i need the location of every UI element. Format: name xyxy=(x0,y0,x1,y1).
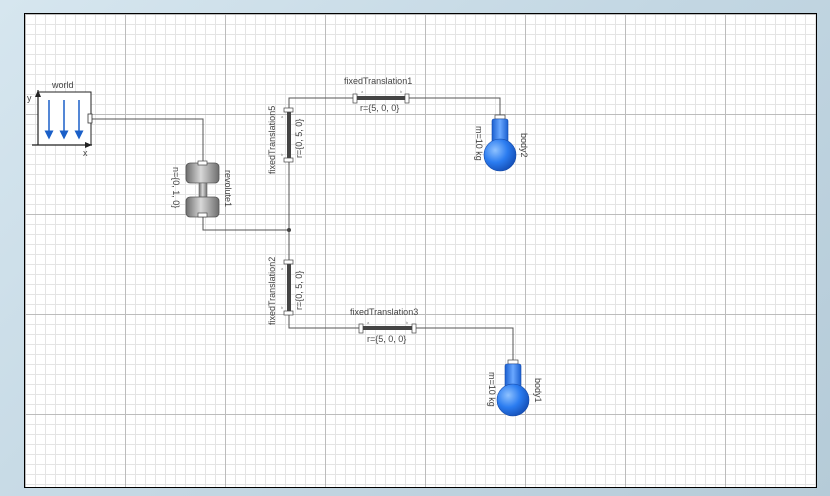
fixedTranslation1-component[interactable]: fixedTranslation1 a b r={5, 0, 0} xyxy=(344,76,412,113)
fixedTranslation2-port-b[interactable] xyxy=(283,310,294,316)
fixedTranslation5-port-a[interactable] xyxy=(283,107,294,113)
connection-junction-dot xyxy=(287,228,291,232)
body1-param-label: m=10 kg xyxy=(487,372,497,407)
fixedTranslation1-param-label: r={5, 0, 0} xyxy=(360,103,399,113)
world-component[interactable]: world y x xyxy=(27,80,93,158)
revolute1-shaft xyxy=(198,182,208,198)
fixedTranslation2-port-a[interactable] xyxy=(283,259,294,265)
world-y-label: y xyxy=(27,93,32,103)
fixedTranslation3-param-label: r={5, 0, 0} xyxy=(367,334,406,344)
fixedTranslation3-component[interactable]: fixedTranslation3 a b r={5, 0, 0} xyxy=(350,307,418,344)
revolute1-name-label: revolute1 xyxy=(223,170,233,207)
body1-port[interactable] xyxy=(507,359,519,365)
fixedTranslation3-name-label: fixedTranslation3 xyxy=(350,307,418,317)
world-frame-port[interactable] xyxy=(87,113,93,124)
wire-world-revolute1[interactable] xyxy=(91,118,204,162)
fixedTranslation5-component[interactable]: a b fixedTranslation5 r={0, 5, 0} xyxy=(267,106,304,174)
fixedTranslation3-port-a[interactable] xyxy=(358,323,364,334)
fixedTranslation1-rod xyxy=(356,96,408,100)
fixedTranslation5-port-a-label: a xyxy=(281,114,284,119)
body2-port[interactable] xyxy=(494,114,506,120)
revolute1-param-label: n={0, 1, 0} xyxy=(171,167,181,208)
fixedTranslation3-port-b-label: b xyxy=(406,320,409,325)
fixedTranslation5-rod xyxy=(287,109,291,161)
fixedTranslation2-component[interactable]: a b fixedTranslation2 r={0, 5, 0} xyxy=(267,257,304,325)
wire-fixedTranslation5-fixedTranslation1[interactable] xyxy=(288,97,355,108)
body2-param-label: m=10 kg xyxy=(474,126,484,161)
fixedTranslation1-port-b-label: b xyxy=(400,89,403,94)
body1-mass-icon xyxy=(496,383,530,417)
world-x-label: x xyxy=(83,148,88,158)
fixedTranslation1-name-label: fixedTranslation1 xyxy=(344,76,412,86)
fixedTranslation3-port-b[interactable] xyxy=(411,323,417,334)
fixedTranslation3-port-a-label: a xyxy=(367,320,370,325)
revolute1-port-b[interactable] xyxy=(197,212,208,218)
fixedTranslation1-port-a[interactable] xyxy=(352,93,358,104)
revolute1-port-a[interactable] xyxy=(197,160,208,166)
fixedTranslation5-param-label: r={0, 5, 0} xyxy=(294,119,304,158)
revolute1-upper-disc xyxy=(185,162,220,184)
fixedTranslation2-name-label: fixedTranslation2 xyxy=(267,257,277,325)
body2-name-label: body2 xyxy=(519,133,529,158)
fixedTranslation2-param-label: r={0, 5, 0} xyxy=(294,271,304,310)
wire-fixedTranslation3-body1[interactable] xyxy=(415,327,514,361)
fixedTranslation2-rod xyxy=(287,262,291,314)
fixedTranslation2-port-a-label: a xyxy=(281,266,284,271)
fixedTranslation3-rod xyxy=(362,326,414,330)
revolute1-component[interactable]: revolute1 n={0, 1, 0} xyxy=(171,160,233,218)
world-label: world xyxy=(51,80,74,90)
fixedTranslation5-port-b[interactable] xyxy=(283,157,294,163)
fixedTranslation5-name-label: fixedTranslation5 xyxy=(267,106,277,174)
fixedTranslation5-port-b-label: b xyxy=(281,152,284,157)
wire-fixedTranslation1-body2[interactable] xyxy=(408,97,501,117)
fixedTranslation2-port-b-label: b xyxy=(281,305,284,310)
body2-mass-icon xyxy=(483,138,517,172)
body1-name-label: body1 xyxy=(533,378,543,403)
modelica-diagram: world y x revolute1 n={0, 1, 0} a b fixe… xyxy=(27,76,543,417)
fixedTranslation1-port-b[interactable] xyxy=(404,93,410,104)
body2-component[interactable]: body2 m=10 kg xyxy=(474,114,529,172)
body1-component[interactable]: body1 m=10 kg xyxy=(487,359,543,417)
fixedTranslation1-port-a-label: a xyxy=(361,89,364,94)
